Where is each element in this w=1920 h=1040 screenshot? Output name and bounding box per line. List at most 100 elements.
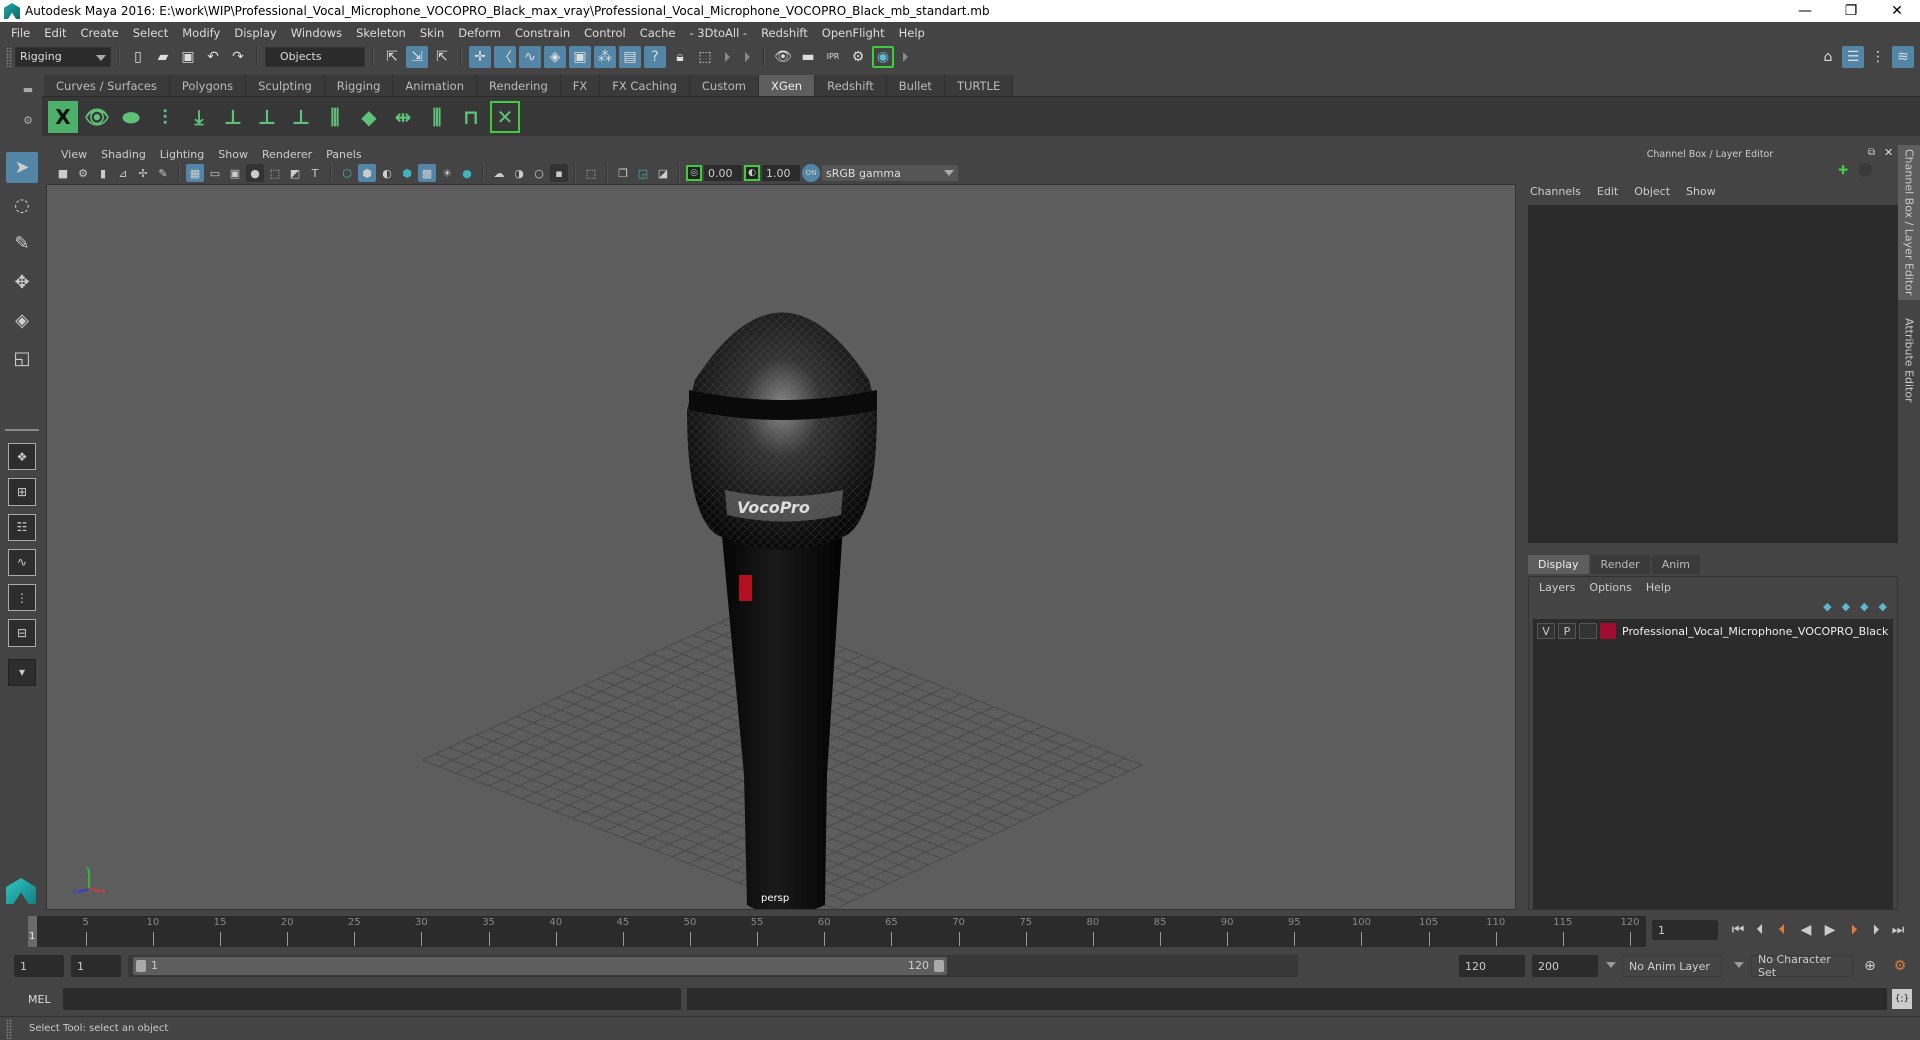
hypershade-layout-icon[interactable]: ⋮ — [8, 584, 36, 612]
viewport-menu-shading[interactable]: Shading — [94, 148, 153, 161]
xgen-clear-icon[interactable]: ✕ — [490, 100, 520, 133]
shelf-tab-curves-surfaces[interactable]: Curves / Surfaces — [44, 75, 170, 96]
motion-blur-icon[interactable]: ◑ — [510, 164, 528, 182]
hide-preview-icon[interactable]: ⬬ — [116, 101, 146, 133]
shelf-tab-xgen[interactable]: XGen — [758, 75, 816, 96]
gear-icon[interactable]: ⚙ — [23, 114, 33, 127]
depth-of-field-icon[interactable]: ▪ — [550, 164, 568, 182]
layer-display-type-toggle[interactable] — [1579, 623, 1597, 639]
safe-title-icon[interactable]: T — [306, 164, 324, 182]
side-tab-channel-box[interactable]: Channel Box / Layer Editor — [1898, 145, 1920, 300]
bookmark-icon[interactable]: ▮ — [94, 164, 112, 182]
show-guides-icon[interactable]: ⊥ — [252, 101, 282, 133]
film-gate-icon[interactable]: ▭ — [206, 164, 224, 182]
snap-vertex-icon[interactable]: ⁂ — [594, 45, 616, 68]
save-scene-icon[interactable]: ▣ — [177, 46, 199, 68]
xray-icon[interactable]: ❐ — [614, 164, 632, 182]
shelf-tab-rendering[interactable]: Rendering — [477, 75, 561, 96]
graph-editor-layout-icon[interactable]: ∿ — [8, 548, 36, 577]
gate-mask-icon[interactable]: ● — [246, 164, 264, 182]
clapper-icon[interactable]: ▤ — [619, 45, 641, 68]
shelf-tab-custom[interactable]: Custom — [689, 75, 759, 96]
bend-guides-icon[interactable]: ⇹ — [388, 101, 418, 133]
exposure-icon[interactable]: ◎ — [686, 165, 702, 181]
select-hierarchy-icon[interactable]: ⇱ — [381, 46, 403, 68]
shelf-menu-icon[interactable]: ▬ — [23, 83, 33, 96]
shelf-tab-polygons[interactable]: Polygons — [169, 75, 247, 96]
outliner-persp-layout-icon[interactable]: ☷ — [8, 513, 36, 541]
anim-layer-dropdown-arrow-icon[interactable] — [1606, 962, 1616, 968]
gamma-field[interactable]: 1.00 — [762, 165, 800, 181]
menu-display[interactable]: Display — [227, 26, 283, 40]
use-all-lights-icon[interactable]: ☀ — [438, 164, 456, 182]
channel-menu-edit[interactable]: Edit — [1597, 185, 1618, 198]
mel-input[interactable] — [63, 988, 681, 1010]
end-time-field[interactable]: 200 — [1532, 955, 1598, 977]
axis-orient-icon[interactable]: ✚ — [1838, 163, 1848, 177]
go-to-end-icon[interactable]: ⏭ — [1888, 920, 1908, 940]
menu-file[interactable]: File — [4, 26, 37, 40]
move-tool-icon[interactable]: ✥ — [6, 266, 38, 297]
side-tab-attribute-editor[interactable]: Attribute Editor — [1898, 305, 1920, 415]
channel-menu-object[interactable]: Object — [1634, 185, 1670, 198]
safe-action-icon[interactable]: ◩ — [286, 164, 304, 182]
viewport-menu-show[interactable]: Show — [211, 148, 255, 161]
persp-graph-outliner-layout-icon[interactable]: ⊟ — [8, 619, 36, 647]
exposure-field[interactable]: 0.00 — [704, 165, 742, 181]
modeling-toolkit-icon[interactable]: ⌂ — [1817, 46, 1839, 68]
menu-deform[interactable]: Deform — [451, 26, 508, 40]
resolution-gate-icon[interactable]: ▣ — [226, 164, 244, 182]
menu-3dtoall[interactable]: - 3DtoAll - — [682, 26, 754, 40]
shelf-tab-bullet[interactable]: Bullet — [886, 75, 945, 96]
new-layer-icon[interactable]: ◆ — [1860, 600, 1868, 613]
close-panel-icon[interactable]: ✕ — [1884, 146, 1893, 159]
step-back-key-icon[interactable]: ⏴ — [1772, 920, 1792, 940]
redo-icon[interactable]: ↷ — [227, 46, 249, 68]
render-settings-icon[interactable]: ⚙ — [847, 46, 869, 68]
undo-icon[interactable]: ↶ — [202, 46, 224, 68]
select-object-icon[interactable]: ⇲ — [406, 45, 428, 68]
color-management-toggle[interactable]: ON — [802, 164, 820, 182]
xgen-editor-icon[interactable]: X — [48, 100, 78, 133]
menu-select[interactable]: Select — [126, 26, 175, 40]
viewport-menu-renderer[interactable]: Renderer — [255, 148, 319, 161]
expand-arrow-icon[interactable] — [745, 51, 750, 62]
wireframe-on-shaded-icon[interactable]: ⬢ — [398, 164, 416, 182]
guides-split-icon[interactable]: ⫼ — [320, 101, 350, 133]
snap-curve-icon[interactable]: 〈 — [494, 45, 516, 68]
shelf-tab-fx-caching[interactable]: FX Caching — [600, 75, 690, 96]
shelf-tab-sculpting[interactable]: Sculpting — [246, 75, 325, 96]
menu-control[interactable]: Control — [577, 26, 633, 40]
float-panel-icon[interactable]: ⧉ — [1868, 147, 1875, 158]
snap-point-icon[interactable]: ∿ — [519, 45, 541, 68]
expand-arrow-icon[interactable] — [903, 51, 908, 62]
image-plane-icon[interactable]: ⊿ — [114, 164, 132, 182]
viewport-menu-panels[interactable]: Panels — [319, 148, 368, 161]
perspective-viewport[interactable]: VocoPro y x z persp — [46, 184, 1516, 910]
play-forwards-icon[interactable]: ▶ — [1820, 920, 1840, 940]
range-end-grip[interactable] — [934, 960, 944, 972]
select-tool-icon[interactable]: ⬚ — [694, 46, 716, 68]
rotate-tool-icon[interactable]: ◈ — [6, 305, 38, 336]
camera-icon[interactable]: ■ — [54, 164, 72, 182]
animation-preferences-icon[interactable]: ⚙ — [1890, 956, 1910, 976]
layout-more-icon[interactable]: ▾ — [8, 658, 36, 687]
tool-settings-toggle-icon[interactable]: ⋮ — [1867, 46, 1889, 68]
grease-pencil-icon[interactable]: ✎ — [154, 164, 172, 182]
move-layer-down-icon[interactable]: ◆ — [1842, 600, 1850, 613]
layer-menu-help[interactable]: Help — [1646, 581, 1671, 594]
help-icon[interactable]: ? — [644, 45, 666, 68]
grip-handle[interactable] — [6, 46, 12, 67]
menu-modify[interactable]: Modify — [175, 26, 227, 40]
hypershade-icon[interactable]: ◉ — [872, 45, 894, 68]
menu-skin[interactable]: Skin — [413, 26, 451, 40]
channel-menu-show[interactable]: Show — [1686, 185, 1716, 198]
go-to-start-icon[interactable]: ⏮ — [1728, 920, 1748, 940]
channel-box-toggle-icon[interactable] — [1858, 163, 1872, 177]
close-button[interactable]: ✕ — [1874, 0, 1920, 22]
mel-label[interactable]: MEL — [28, 993, 51, 1006]
step-forward-key-icon[interactable]: ⏵ — [1844, 920, 1864, 940]
snap-grid-icon[interactable]: ✛ — [469, 45, 491, 68]
snap-live-icon[interactable]: ▣ — [569, 45, 591, 68]
channel-menu-channels[interactable]: Channels — [1530, 185, 1581, 198]
